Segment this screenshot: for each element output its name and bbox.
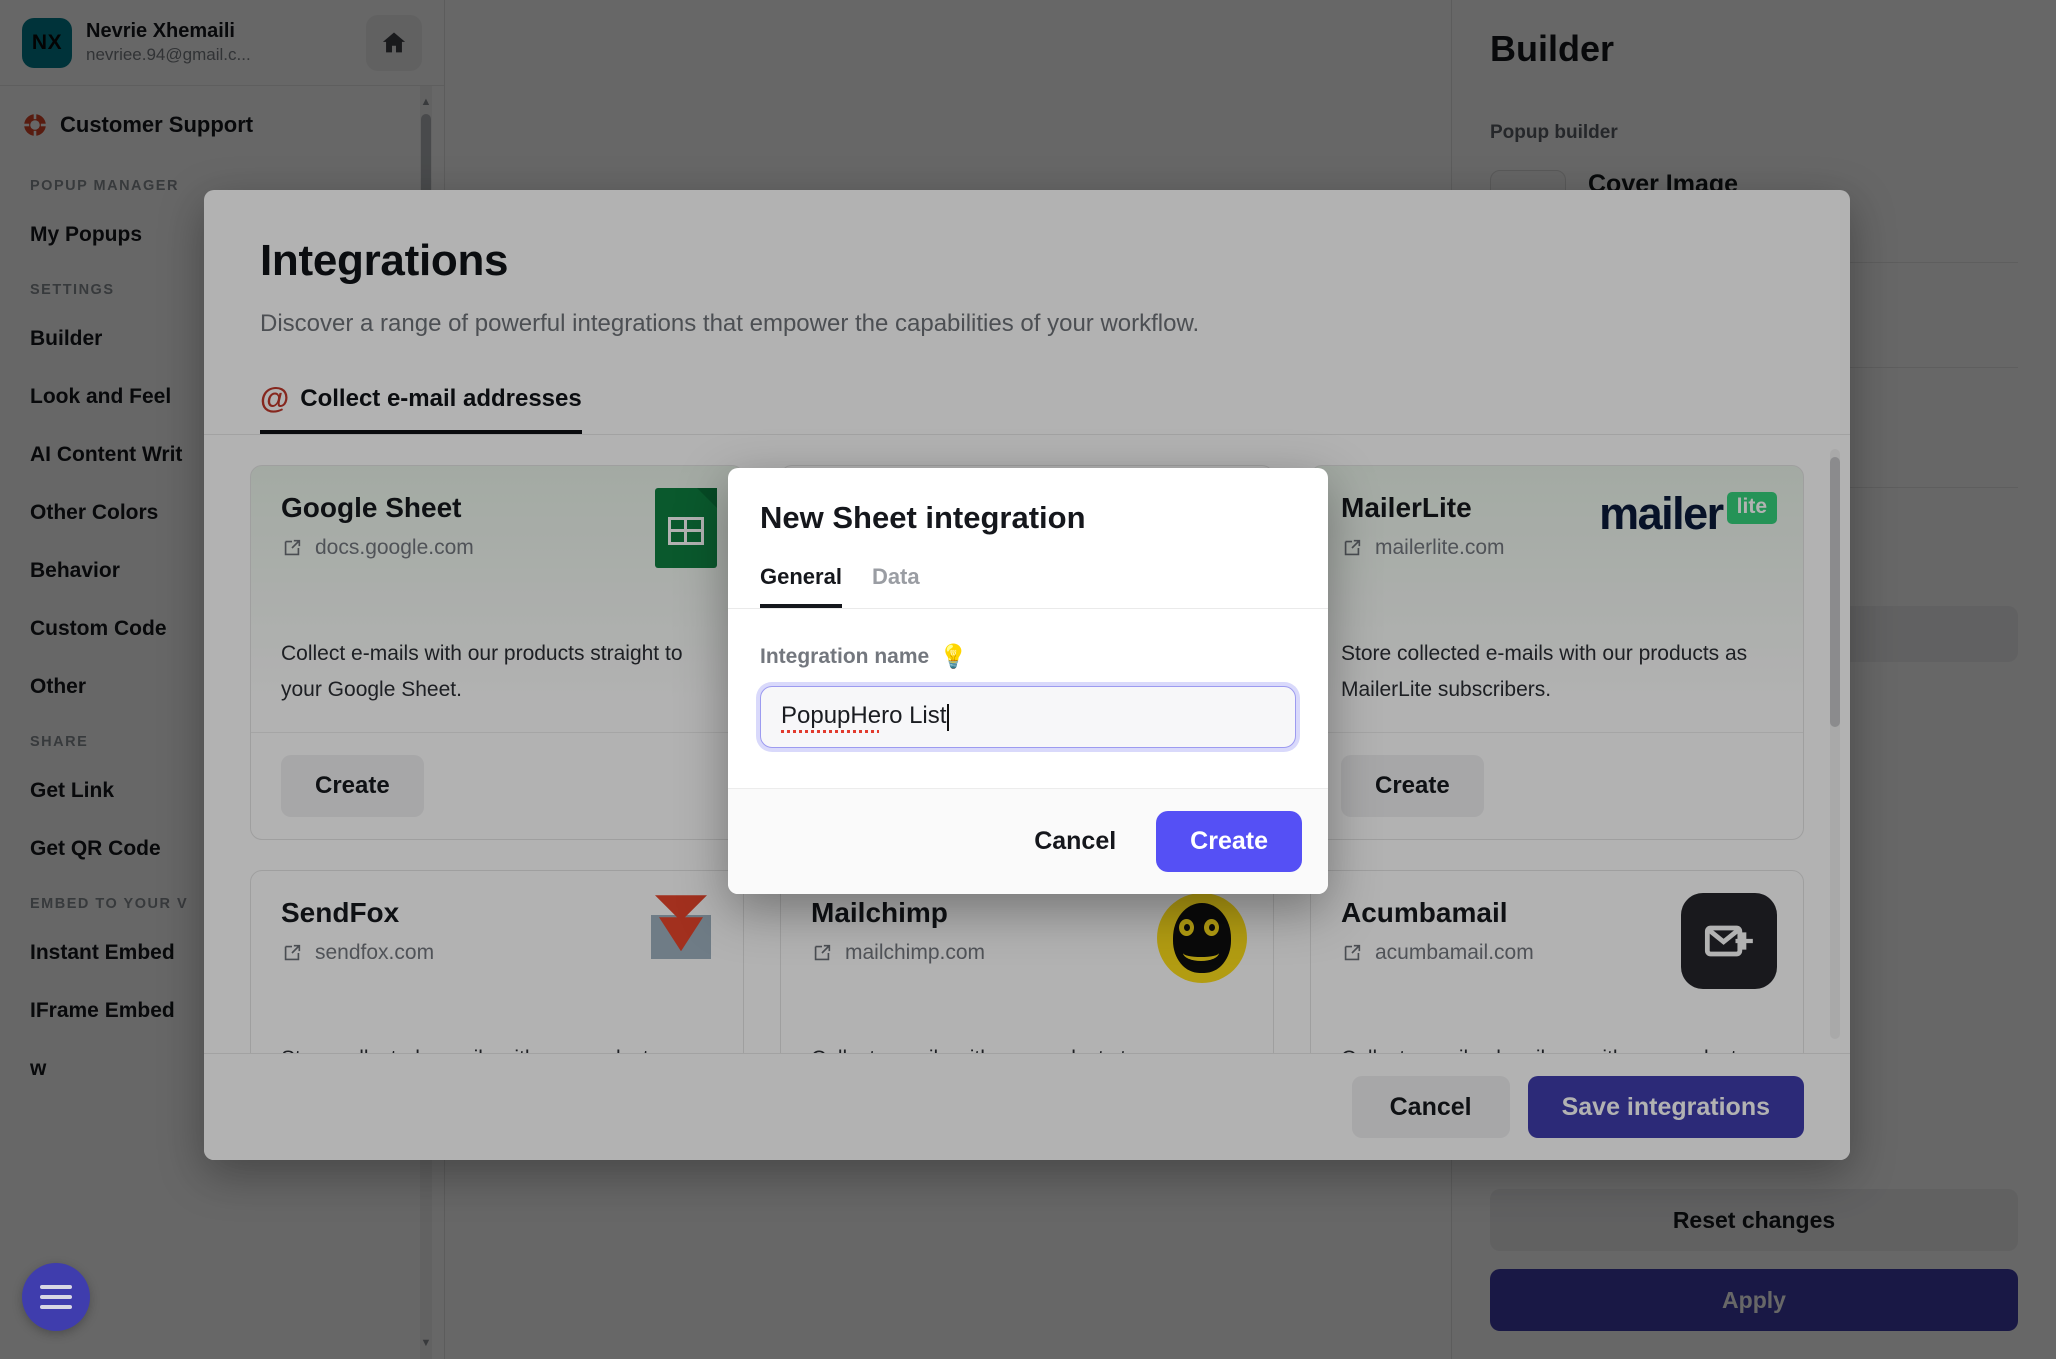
- new-sheet-integration-dialog: New Sheet integration General Data Integ…: [728, 468, 1328, 894]
- text-caret: [947, 703, 950, 731]
- dialog-cancel-button[interactable]: Cancel: [1008, 813, 1142, 870]
- integration-name-label-text: Integration name: [760, 644, 930, 668]
- screen-root: NX Nevrie Xhemaili nevriee.94@gmail.c...: [0, 0, 2056, 1359]
- lightbulb-icon: 💡: [939, 643, 968, 669]
- hamburger-icon-line: [40, 1295, 72, 1299]
- hamburger-icon-line: [40, 1305, 72, 1309]
- tab-data[interactable]: Data: [872, 564, 920, 608]
- hamburger-icon-line: [40, 1285, 72, 1289]
- integration-name-input[interactable]: PopupHero List: [760, 686, 1296, 748]
- tab-general[interactable]: General: [760, 564, 842, 608]
- dialog-tabs: General Data: [728, 536, 1328, 609]
- dialog-title: New Sheet integration: [760, 500, 1086, 535]
- menu-fab-button[interactable]: [22, 1263, 90, 1331]
- dialog-footer: Cancel Create: [728, 788, 1328, 894]
- dialog-body: Integration name 💡 PopupHero List: [728, 609, 1328, 788]
- integration-name-label: Integration name 💡: [760, 643, 1296, 670]
- dialog-header: New Sheet integration: [728, 468, 1328, 536]
- integration-name-value: PopupHero List: [781, 701, 947, 733]
- dialog-create-button[interactable]: Create: [1156, 811, 1302, 872]
